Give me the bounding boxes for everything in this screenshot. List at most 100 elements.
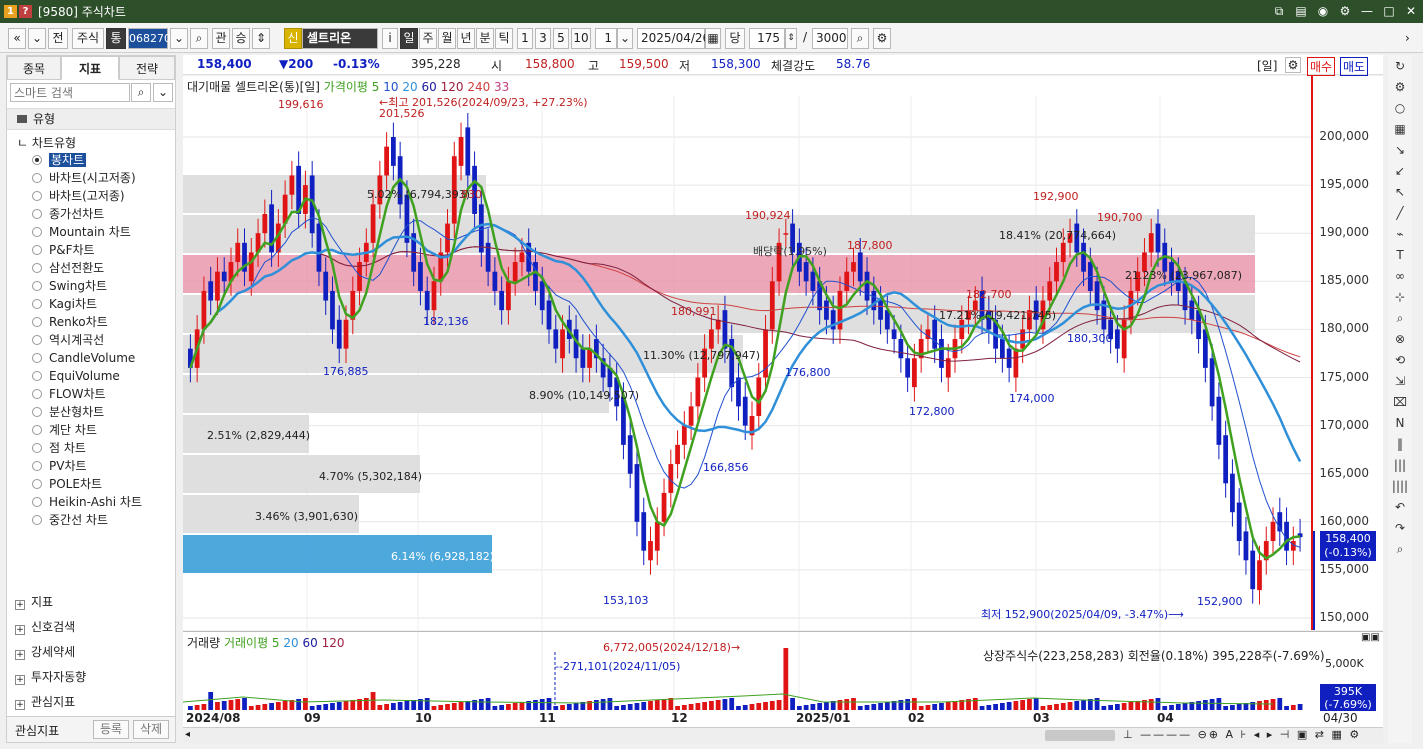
interval-3[interactable]: 3 <box>535 28 551 49</box>
chart-type-item[interactable]: 계단 차트 <box>7 421 175 439</box>
chart-type-item[interactable]: Mountain 차트 <box>7 223 175 241</box>
chart-type-item[interactable]: Heikin-Ashi 차트 <box>7 493 175 511</box>
chart-type-item[interactable]: Swing차트 <box>7 277 175 295</box>
prev-icon[interactable]: « <box>8 28 26 49</box>
scroll-controls[interactable]: ⊥ ———— ⊖⊕ A ⊦ ◂ ▸ ⊣ ▣ ⇄ ▦ ⚙ <box>1123 728 1361 741</box>
chart-type-item[interactable]: 점 차트 <box>7 439 175 457</box>
radio-icon[interactable] <box>32 299 42 309</box>
chart-type-item[interactable]: EquiVolume <box>7 367 175 385</box>
tab-indicator[interactable]: 지표 <box>61 56 119 80</box>
smart-search-input[interactable] <box>10 83 130 102</box>
radio-icon[interactable] <box>32 281 42 291</box>
radio-icon[interactable] <box>32 245 42 255</box>
section-favorite[interactable]: + 관심지표 <box>15 692 75 712</box>
chart-type-item[interactable]: 봉차트 <box>7 151 175 169</box>
help-icon[interactable]: ? <box>19 5 32 18</box>
radio-icon[interactable] <box>32 263 42 273</box>
volume-chart[interactable]: 거래량 거래이평 5 20 60 120 6,772,005(2024/12/1… <box>183 631 1383 712</box>
undo-icon[interactable]: ↶ <box>1390 497 1410 517</box>
chart-type-item[interactable]: 중간선 차트 <box>7 511 175 529</box>
chart-type-item[interactable]: P&F차트 <box>7 241 175 259</box>
radio-icon[interactable] <box>32 173 42 183</box>
radio-icon[interactable] <box>32 317 42 327</box>
code-dropdown-icon[interactable]: ⌄ <box>170 28 188 49</box>
seung-button[interactable]: 승 <box>232 28 250 49</box>
gwan-button[interactable]: 관 <box>212 28 230 49</box>
chart-type-item[interactable]: 역시계곡선 <box>7 331 175 349</box>
grid-icon[interactable]: ▦ <box>1390 119 1410 139</box>
search-icon[interactable]: ⌕ <box>1390 539 1410 559</box>
buy-button[interactable]: 매수 <box>1307 57 1336 76</box>
count-input[interactable]: 175 <box>749 28 785 49</box>
period-day[interactable]: 일 <box>400 28 418 49</box>
text-tool-icon[interactable]: T <box>1390 245 1410 265</box>
horizontal-scrollbar[interactable]: ◂ ⊥ ———— ⊖⊕ A ⊦ ◂ ▸ ⊣ ▣ ⇄ ▦ ⚙ <box>183 727 1383 743</box>
columns-icon[interactable]: |||| <box>1390 476 1410 496</box>
radio-icon[interactable] <box>32 461 42 471</box>
chart-type-item[interactable]: 분산형차트 <box>7 403 175 421</box>
info-button[interactable]: i <box>382 28 398 49</box>
chevron-down-icon[interactable]: ⌄ <box>153 83 173 102</box>
period-tick[interactable]: 틱 <box>495 28 513 49</box>
diagonal-line-icon[interactable]: ╱ <box>1390 203 1410 223</box>
stock-button[interactable]: 주식 <box>72 28 104 49</box>
radio-icon[interactable] <box>32 353 42 363</box>
period-week[interactable]: 주 <box>419 28 437 49</box>
settings-icon[interactable]: ⚙ <box>1285 57 1301 73</box>
interval-5[interactable]: 5 <box>553 28 569 49</box>
spin-icon[interactable]: ⇕ <box>252 28 270 49</box>
tab-stock[interactable]: 종목 <box>7 56 61 80</box>
radio-icon[interactable] <box>32 335 42 345</box>
max-count-input[interactable]: 3000 <box>812 28 848 49</box>
sell-button[interactable]: 매도 <box>1340 57 1369 76</box>
minimize-icon[interactable]: — <box>1359 3 1375 19</box>
price-chart[interactable]: 대기매물 셀트리온(통)[일] 가격이평 5 10 20 60 120 240 … <box>183 76 1383 630</box>
radio-icon[interactable] <box>32 227 42 237</box>
chart-type-item[interactable]: Renko차트 <box>7 313 175 331</box>
scroll-thumb[interactable] <box>1045 730 1115 741</box>
section-indicator[interactable]: + 지표 <box>15 592 53 612</box>
search-icon[interactable]: ⌕ <box>131 83 151 102</box>
link-tool-icon[interactable]: ∞ <box>1390 266 1410 286</box>
maximize-icon[interactable]: □ <box>1381 3 1397 19</box>
chart-type-item[interactable]: 바차트(시고저종) <box>7 169 175 187</box>
interval-1[interactable]: 1 <box>517 28 533 49</box>
settings-icon[interactable]: ⚙ <box>873 28 891 49</box>
circle-icon[interactable]: ○ <box>1390 98 1410 118</box>
camera-icon[interactable]: ◉ <box>1315 3 1331 19</box>
interval-dropdown-icon[interactable]: ⌄ <box>617 28 633 49</box>
radio-icon[interactable] <box>32 425 42 435</box>
zoom-icon[interactable]: ⌕ <box>1390 308 1410 328</box>
chart-type-item[interactable]: 바차트(고저종) <box>7 187 175 205</box>
fibo-icon[interactable]: ‖ <box>1390 434 1410 454</box>
zoom-search-icon[interactable]: ⌕ <box>851 28 869 49</box>
dropdown-icon[interactable]: ⌄ <box>28 28 46 49</box>
register-button[interactable]: 등록 <box>93 720 129 739</box>
gear-icon[interactable]: ⚙ <box>1390 77 1410 97</box>
tab-strategy[interactable]: 전략 <box>119 56 175 80</box>
period-year[interactable]: 년 <box>457 28 475 49</box>
count-spin-icon[interactable]: ⇕ <box>785 28 797 49</box>
auto-line-icon[interactable]: ⌁ <box>1390 224 1410 244</box>
move-icon[interactable]: ⇲ <box>1390 371 1410 391</box>
radio-icon[interactable] <box>32 407 42 417</box>
interval-10[interactable]: 10 <box>571 28 591 49</box>
radio-icon[interactable] <box>32 209 42 219</box>
scroll-left-icon[interactable]: ◂ <box>185 729 190 740</box>
gear-icon[interactable]: ⚙ <box>1337 3 1353 19</box>
section-signal[interactable]: + 신호검색 <box>15 617 75 637</box>
ruler-icon[interactable]: ⌧ <box>1390 392 1410 412</box>
tree-root[interactable]: ㄴ 차트유형 <box>17 134 76 151</box>
crosshair-icon[interactable]: ⊹ <box>1390 287 1410 307</box>
ray-tool-icon[interactable]: ↖ <box>1390 182 1410 202</box>
radio-icon[interactable] <box>32 191 42 201</box>
type-header[interactable]: 유형 <box>7 108 175 130</box>
period-month[interactable]: 월 <box>438 28 456 49</box>
volume-panel-controls[interactable]: ▣▣ <box>1361 632 1380 643</box>
magnet-icon[interactable]: ⊗ <box>1390 329 1410 349</box>
period-minute[interactable]: 분 <box>476 28 494 49</box>
stock-name[interactable]: 셀트리온 <box>302 28 378 49</box>
radio-icon[interactable] <box>32 155 42 165</box>
radio-icon[interactable] <box>32 479 42 489</box>
radio-icon[interactable] <box>32 497 42 507</box>
